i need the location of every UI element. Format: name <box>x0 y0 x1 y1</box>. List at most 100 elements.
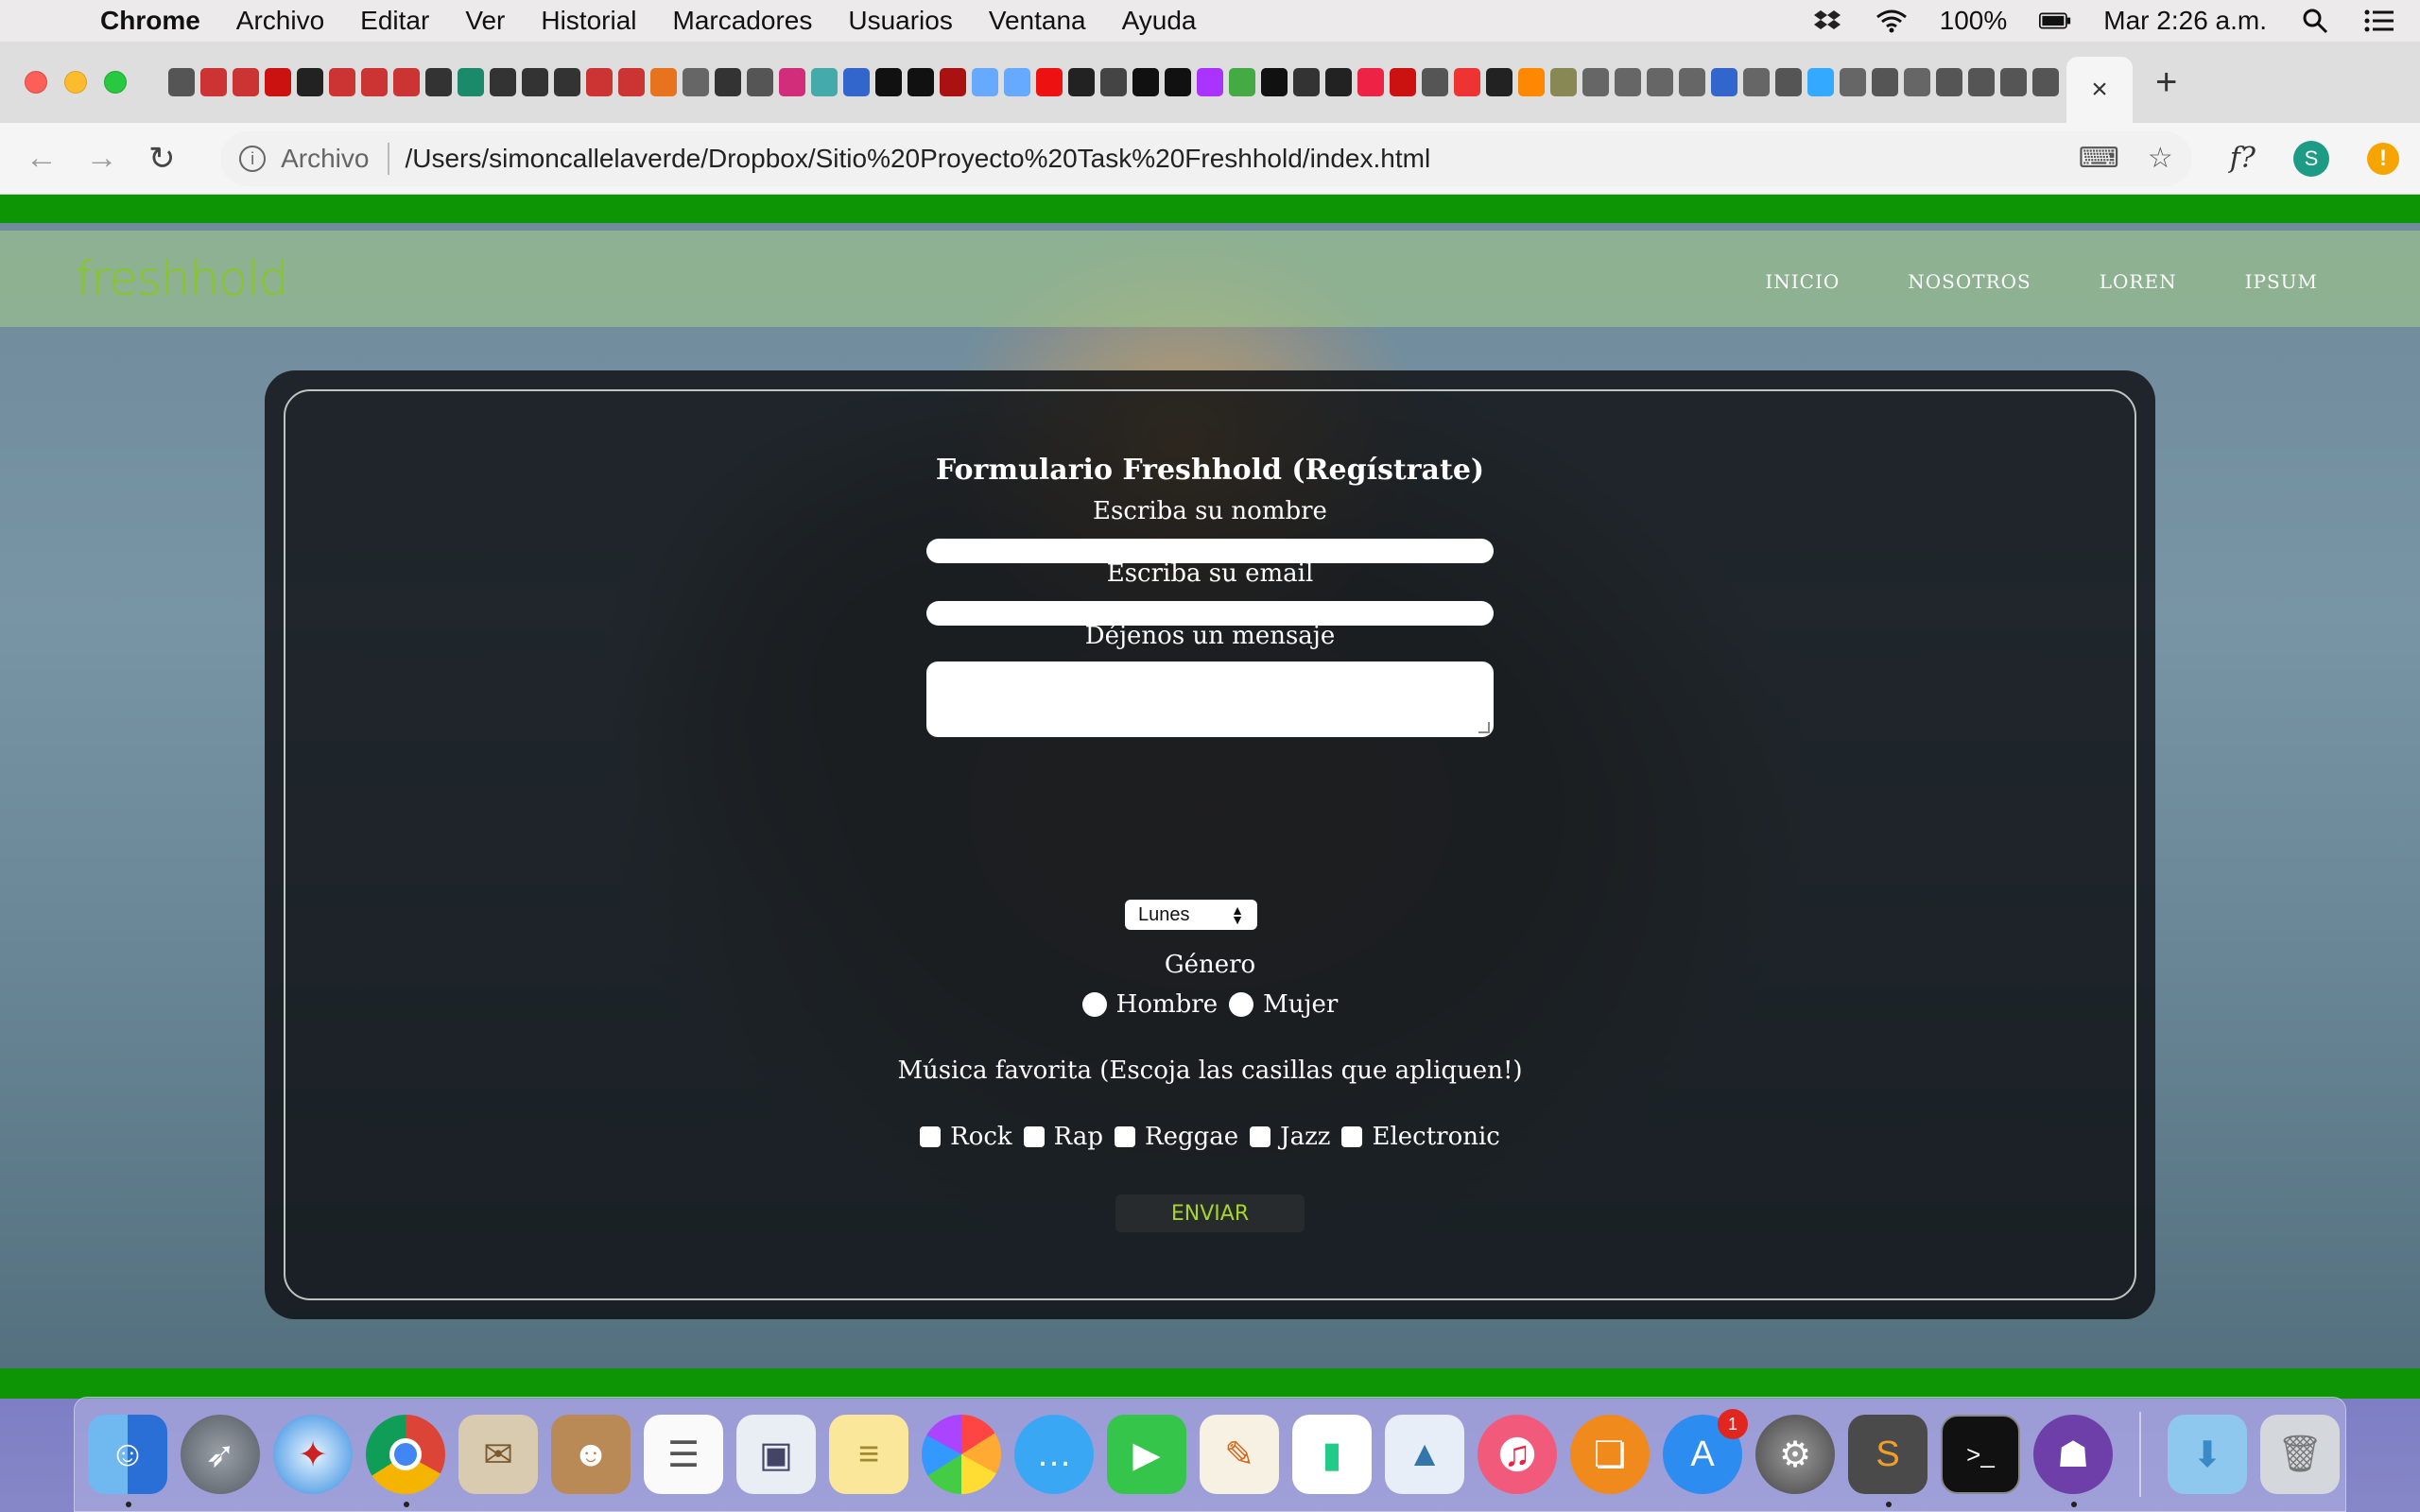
pinned-tab-favicon-icon[interactable] <box>972 68 998 96</box>
notification-center-icon[interactable] <box>2363 9 2395 33</box>
pinned-tab-favicon-icon[interactable] <box>393 68 420 96</box>
pinned-tab-favicon-icon[interactable] <box>361 68 388 96</box>
pinned-tab-favicon-icon[interactable] <box>618 68 645 96</box>
pinned-tab-favicon-icon[interactable] <box>1100 68 1127 96</box>
submit-button[interactable]: ENVIAR <box>1115 1194 1305 1232</box>
close-window-button[interactable] <box>25 71 47 94</box>
mail-icon[interactable]: ✉ <box>458 1415 538 1494</box>
system-preferences-icon[interactable]: ⚙ <box>1755 1415 1835 1494</box>
pinned-tab-favicon-icon[interactable] <box>779 68 805 96</box>
extension-fx-icon[interactable]: f? <box>2230 142 2256 175</box>
url-text[interactable]: /Users/simoncallelaverde/Dropbox/Sitio%2… <box>405 144 2049 174</box>
pinned-tab-favicon-icon[interactable] <box>329 68 355 96</box>
checkbox-rock[interactable] <box>920 1126 942 1147</box>
pinned-tab-favicon-icon[interactable] <box>522 68 548 96</box>
safari-icon[interactable]: ✦ <box>273 1415 353 1494</box>
menubar-clock[interactable]: Mar 2:26 a.m. <box>2103 6 2267 36</box>
wifi-icon[interactable] <box>1876 9 1908 33</box>
menu-app-chrome[interactable]: Chrome <box>100 6 200 36</box>
pinned-tab-favicon-icon[interactable] <box>1068 68 1095 96</box>
pinned-tab-favicon-icon[interactable] <box>1293 68 1320 96</box>
pinned-tab-favicon-icon[interactable] <box>683 68 709 96</box>
github-desktop-icon[interactable]: ☗ <box>2033 1415 2113 1507</box>
finder-icon[interactable]: ☺ <box>88 1415 167 1507</box>
pinned-tab-favicon-icon[interactable] <box>1904 68 1930 96</box>
pinned-tab-favicon-icon[interactable] <box>940 68 966 96</box>
pages-icon[interactable]: ✎ <box>1200 1415 1279 1494</box>
pinned-tab-favicon-icon[interactable] <box>1454 68 1480 96</box>
message-textarea[interactable] <box>926 662 1494 737</box>
reminders-icon[interactable]: ☰ <box>644 1415 723 1494</box>
pinned-tab-favicon-icon[interactable] <box>586 68 613 96</box>
pinned-tab-favicon-icon[interactable] <box>1582 68 1609 96</box>
checkbox-electronic[interactable] <box>1341 1126 1363 1147</box>
pinned-tab-favicon-icon[interactable] <box>1197 68 1223 96</box>
dropbox-icon[interactable] <box>1811 9 1843 33</box>
pinned-tab-favicon-icon[interactable] <box>875 68 902 96</box>
pinned-tab-favicon-icon[interactable] <box>1647 68 1673 96</box>
pinned-tab-favicon-icon[interactable] <box>715 68 741 96</box>
menu-historial[interactable]: Historial <box>541 6 636 36</box>
pinned-tab-favicon-icon[interactable] <box>1679 68 1705 96</box>
update-warning-icon[interactable]: ! <box>2366 142 2399 175</box>
active-tab[interactable]: × <box>2066 57 2133 123</box>
back-arrow-icon[interactable]: ← <box>21 140 62 177</box>
pinned-tab-favicon-icon[interactable] <box>490 68 516 96</box>
pinned-tab-favicon-icon[interactable] <box>1165 68 1191 96</box>
menu-usuarios[interactable]: Usuarios <box>848 6 952 36</box>
pinned-tab-favicon-icon[interactable] <box>747 68 773 96</box>
minimize-window-button[interactable] <box>64 71 87 94</box>
bookmark-star-icon[interactable]: ☆ <box>2148 142 2173 175</box>
textarea-resize-handle[interactable] <box>1478 722 1490 733</box>
pinned-tab-favicon-icon[interactable] <box>297 68 323 96</box>
menu-ver[interactable]: Ver <box>465 6 505 36</box>
pinned-tab-favicon-icon[interactable] <box>1936 68 1962 96</box>
keynote-icon[interactable]: ▲ <box>1385 1415 1464 1494</box>
facetime-icon[interactable]: ▶ <box>1107 1415 1186 1494</box>
trash-icon[interactable]: 🗑 <box>2260 1415 2340 1494</box>
pinned-tab-favicon-icon[interactable] <box>1743 68 1770 96</box>
pinned-tab-favicon-icon[interactable] <box>2032 68 2059 96</box>
battery-icon[interactable] <box>2039 9 2071 33</box>
site-info-icon[interactable]: i <box>239 145 267 172</box>
pinned-tab-favicon-icon[interactable] <box>811 68 838 96</box>
pinned-tab-favicon-icon[interactable] <box>200 68 227 96</box>
pinned-tab-favicon-icon[interactable] <box>1132 68 1159 96</box>
site-logo[interactable]: freshhold <box>76 251 288 306</box>
pinned-tab-favicon-icon[interactable] <box>2000 68 2027 96</box>
pinned-tab-favicon-icon[interactable] <box>1357 68 1384 96</box>
pinned-tab-favicon-icon[interactable] <box>1775 68 1802 96</box>
pinned-tab-favicon-icon[interactable] <box>233 68 259 96</box>
checkbox-rap[interactable] <box>1023 1126 1045 1147</box>
pinned-tab-favicon-icon[interactable] <box>1807 68 1834 96</box>
day-select[interactable]: Lunes ▲ ▼ <box>1125 900 1257 930</box>
launchpad-icon[interactable]: ➶ <box>181 1415 260 1494</box>
menu-marcadores[interactable]: Marcadores <box>673 6 813 36</box>
preview-icon[interactable]: ▣ <box>736 1415 816 1494</box>
pinned-tab-favicon-icon[interactable] <box>1004 68 1030 96</box>
menu-editar[interactable]: Editar <box>360 6 429 36</box>
sublime-text-icon[interactable]: S <box>1848 1415 1927 1507</box>
translate-icon[interactable]: ⌨ <box>2079 142 2119 175</box>
pinned-tab-favicon-icon[interactable] <box>1840 68 1866 96</box>
terminal-icon[interactable]: >_ <box>1941 1415 2020 1494</box>
itunes-icon[interactable]: ♫ <box>1478 1415 1557 1494</box>
menu-ventana[interactable]: Ventana <box>989 6 1086 36</box>
pinned-tab-favicon-icon[interactable] <box>1872 68 1898 96</box>
reload-icon[interactable]: ↻ <box>141 140 182 178</box>
address-bar[interactable]: i Archivo /Users/simoncallelaverde/Dropb… <box>220 130 2192 186</box>
radio-hombre[interactable] <box>1081 992 1107 1017</box>
downloads-folder-icon[interactable]: ⬇ <box>2168 1415 2247 1494</box>
pinned-tab-favicon-icon[interactable] <box>458 68 484 96</box>
pinned-tab-favicon-icon[interactable] <box>1486 68 1512 96</box>
menu-ayuda[interactable]: Ayuda <box>1122 6 1197 36</box>
chrome-icon[interactable] <box>366 1415 445 1507</box>
pinned-tab-favicon-icon[interactable] <box>554 68 580 96</box>
radio-mujer[interactable] <box>1229 992 1254 1017</box>
pinned-tab-favicon-icon[interactable] <box>168 68 195 96</box>
photos-icon[interactable] <box>922 1415 1001 1494</box>
nav-nosotros[interactable]: NOSOTROS <box>1908 270 2031 293</box>
pinned-tab-favicon-icon[interactable] <box>908 68 934 96</box>
nav-loren[interactable]: LOREN <box>2100 270 2177 293</box>
forward-arrow-icon[interactable]: → <box>81 140 123 177</box>
